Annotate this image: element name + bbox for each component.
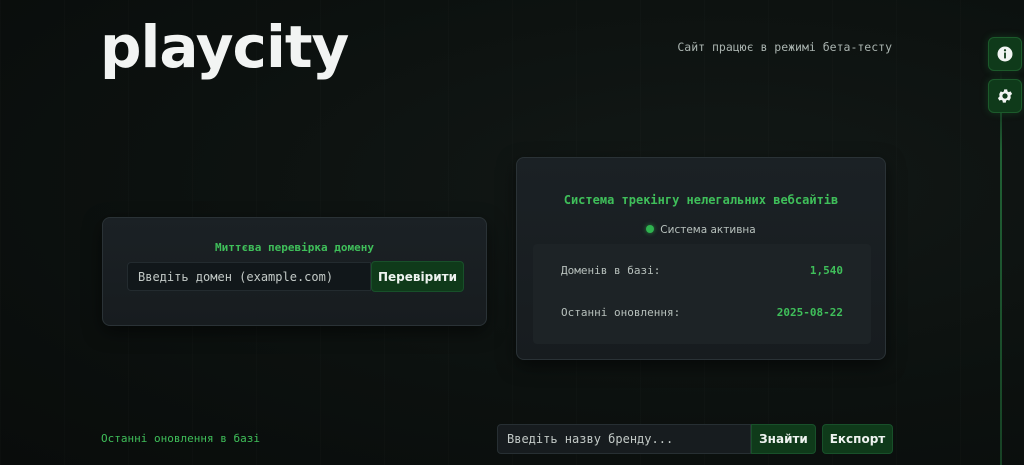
- domain-check-title: Миттєва перевірка домену: [215, 241, 374, 254]
- stat-value: 2025-08-22: [776, 306, 843, 319]
- stat-label: Останні оновлення:: [561, 306, 681, 319]
- tracker-title: Система трекінгу нелегальних вебсайтів: [563, 193, 839, 207]
- export-button[interactable]: Експорт: [822, 424, 893, 454]
- find-button[interactable]: Знайти: [751, 424, 816, 454]
- info-icon: [997, 46, 1013, 62]
- gear-icon: [997, 89, 1013, 103]
- domain-check-card: Миттєва перевірка домену Перевірити: [102, 217, 487, 326]
- settings-button[interactable]: [988, 79, 1022, 113]
- brand-search-input[interactable]: [497, 424, 751, 454]
- domain-input[interactable]: [127, 262, 371, 291]
- stat-row-domains: Доменів в базі: 1,540: [561, 264, 843, 277]
- logo[interactable]: playcity: [100, 18, 349, 76]
- check-domain-button[interactable]: Перевірити: [371, 261, 464, 292]
- beta-notice: Сайт працює в режимі бета-тесту: [677, 40, 892, 54]
- stats-panel: Доменів в базі: 1,540 Останні оновлення:…: [533, 244, 871, 344]
- system-status: Система активна: [517, 224, 885, 236]
- tracker-card: Система трекінгу нелегальних вебсайтів С…: [516, 157, 886, 360]
- info-button[interactable]: [988, 37, 1022, 71]
- stat-label: Доменів в базі:: [561, 264, 661, 277]
- side-rail: [1000, 70, 1002, 465]
- stat-value: 1,540: [809, 264, 843, 277]
- recent-updates-heading: Останні оновлення в базі: [101, 432, 260, 445]
- status-text: Система активна: [660, 224, 756, 236]
- stat-row-last-update: Останні оновлення: 2025-08-22: [561, 306, 843, 319]
- status-dot-icon: [646, 225, 655, 233]
